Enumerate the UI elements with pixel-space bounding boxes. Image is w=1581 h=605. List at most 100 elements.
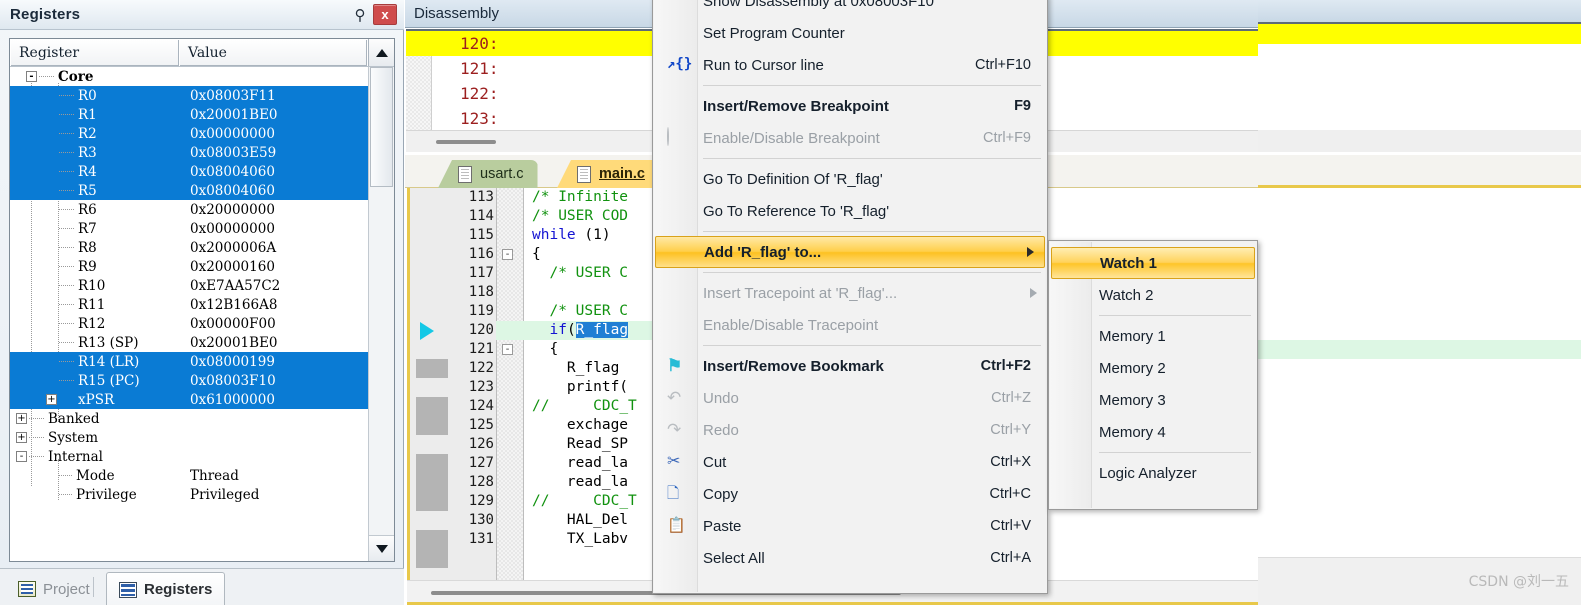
register-value[interactable]: 0x08003F11 (190, 88, 276, 104)
editor-breakpoint-column[interactable] (410, 188, 448, 580)
tab-main-c[interactable]: main.c (557, 160, 659, 188)
register-row-mode[interactable]: Mode Thread (10, 466, 368, 485)
column-header-value[interactable]: Value (180, 40, 367, 66)
register-row[interactable]: R6 0x20000000 (10, 200, 368, 219)
tab-usart-c[interactable]: usart.c (438, 160, 538, 188)
register-value[interactable]: 0x00000000 (190, 221, 275, 237)
line-number: 126 (468, 436, 494, 452)
menu-item-shortcut: Ctrl+Y (990, 422, 1031, 438)
submenu-item-label: Memory 1 (1099, 327, 1166, 345)
menu-item-insert-remove-breakpoint[interactable]: Insert/Remove Breakpoint F9 (653, 90, 1047, 122)
expander-internal[interactable]: - (16, 451, 27, 462)
register-row[interactable]: R12 0x00000F00 (10, 314, 368, 333)
fold-toggle[interactable]: - (502, 344, 513, 355)
register-value[interactable]: 0x12B166A8 (190, 297, 277, 313)
register-value[interactable]: 0x00000000 (190, 126, 275, 142)
menu-item-go-to-reference-to-r-flag[interactable]: Go To Reference To 'R_flag' (653, 195, 1047, 227)
register-name: xPSR (78, 391, 115, 408)
submenu-item-watch-1[interactable]: Watch 1 (1051, 247, 1255, 279)
register-row[interactable]: R7 0x00000000 (10, 219, 368, 238)
tab-project[interactable]: Project (6, 572, 102, 605)
submenu-item-memory-2[interactable]: Memory 2 (1049, 352, 1257, 384)
register-row[interactable]: R1 0x20001BE0 (10, 105, 368, 124)
register-row[interactable]: R11 0x12B166A8 (10, 295, 368, 314)
register-value[interactable]: 0x20001BE0 (190, 107, 278, 123)
scroll-down-button[interactable] (369, 535, 394, 561)
register-row[interactable]: R13 (SP) 0x20001BE0 (10, 333, 368, 352)
register-row[interactable]: R2 0x00000000 (10, 124, 368, 143)
tab-registers[interactable]: Registers (106, 572, 226, 605)
line-code: printf( (532, 379, 629, 395)
register-value[interactable]: 0x08003E59 (190, 145, 276, 161)
scrollbar-thumb[interactable] (370, 67, 393, 187)
menu-item-paste[interactable]: 📋 Paste Ctrl+V (653, 510, 1047, 542)
register-row[interactable]: R14 (LR) 0x08000199 (10, 352, 368, 371)
menu-item-set-program-counter[interactable]: Set Program Counter (653, 17, 1047, 49)
register-group-internal[interactable]: - Internal (10, 447, 368, 466)
expander-core[interactable]: - (26, 71, 37, 82)
register-value[interactable]: 0x20000000 (190, 202, 275, 218)
submenu-item-memory-1[interactable]: Memory 1 (1049, 320, 1257, 352)
register-row[interactable]: R10 0xE7AA57C2 (10, 276, 368, 295)
expander-system[interactable]: + (16, 432, 27, 443)
line-code: read_la (532, 455, 629, 471)
register-row[interactable]: R8 0x2000006A (10, 238, 368, 257)
menu-item-cut[interactable]: ✂ Cut Ctrl+X (653, 446, 1047, 478)
pin-icon[interactable]: ⚲ (349, 4, 371, 26)
register-group-system[interactable]: + System (10, 428, 368, 447)
fold-toggle[interactable]: - (502, 249, 513, 260)
menu-item-label: Enable/Disable Breakpoint (703, 129, 880, 147)
context-menu[interactable]: Show Disassembly at 0x08003F10 Set Progra… (652, 0, 1048, 594)
menu-item-label: Redo (703, 421, 739, 439)
scrollbar-thumb[interactable] (436, 140, 496, 144)
register-value[interactable]: 0x08004060 (190, 164, 275, 180)
close-icon[interactable]: x (373, 4, 397, 25)
menu-item-shortcut: Ctrl+A (990, 550, 1031, 566)
submenu-item-logic-analyzer[interactable]: Logic Analyzer (1049, 457, 1257, 489)
line-number: 118 (468, 284, 494, 300)
submenu-item-watch-2[interactable]: Watch 2 (1049, 279, 1257, 311)
menu-item-show-disassembly-at-0x08003f10[interactable]: Show Disassembly at 0x08003F10 (653, 0, 1047, 17)
register-value[interactable]: 0x08003F10 (190, 373, 276, 389)
expander-banked[interactable]: + (16, 413, 27, 424)
add-to-submenu[interactable]: Watch 1 Watch 2 Memory 1 Memory 2 Memory 3 Me… (1048, 240, 1258, 510)
editor-fold-column[interactable] (496, 188, 524, 580)
paste-icon: 📋 (667, 517, 686, 534)
menu-item-add-r-flag-to[interactable]: Add 'R_flag' to... (655, 236, 1045, 268)
register-row-privilege[interactable]: Privilege Privileged (10, 485, 368, 504)
panel-tabbar: Project Registers (0, 568, 404, 605)
register-value[interactable]: 0xE7AA57C2 (190, 278, 280, 294)
register-value[interactable]: 0x2000006A (190, 240, 276, 256)
register-row[interactable]: + xPSR 0x61000000 (10, 390, 368, 409)
register-value[interactable]: 0x08000199 (190, 354, 275, 370)
chevron-right-icon (1030, 288, 1037, 298)
register-row[interactable]: R3 0x08003E59 (10, 143, 368, 162)
menu-item-go-to-definition-of-r-flag[interactable]: Go To Definition Of 'R_flag' (653, 163, 1047, 195)
register-value[interactable]: 0x61000000 (190, 392, 275, 408)
column-header-register[interactable]: Register (11, 40, 179, 66)
submenu-item-memory-3[interactable]: Memory 3 (1049, 384, 1257, 416)
register-row[interactable]: R0 0x08003F11 (10, 86, 368, 105)
register-name: R14 (LR) (78, 353, 140, 370)
register-row[interactable]: R15 (PC) 0x08003F10 (10, 371, 368, 390)
register-value[interactable]: 0x20000160 (190, 259, 275, 275)
register-group-core[interactable]: - Core (10, 67, 368, 86)
register-value[interactable]: 0x20001BE0 (190, 335, 278, 351)
scroll-up-button[interactable] (368, 39, 394, 66)
register-row[interactable]: R4 0x08004060 (10, 162, 368, 181)
menu-item-copy[interactable]: 🗋 Copy Ctrl+C (653, 478, 1047, 510)
registers-vertical-scrollbar[interactable] (368, 67, 394, 561)
register-value[interactable]: 0x08004060 (190, 183, 275, 199)
register-row[interactable]: R5 0x08004060 (10, 181, 368, 200)
expander-xpsr[interactable]: + (46, 394, 57, 405)
menu-item-run-to-cursor-line[interactable]: ↗{} Run to Cursor line Ctrl+F10 (653, 49, 1047, 81)
register-group-banked[interactable]: + Banked (10, 409, 368, 428)
register-row[interactable]: R9 0x20000160 (10, 257, 368, 276)
menu-item-select-all[interactable]: Select All Ctrl+A (653, 542, 1047, 574)
registers-list[interactable]: Register Value - Core R0 0x08003F11 R1 0… (9, 38, 395, 562)
submenu-item-memory-4[interactable]: Memory 4 (1049, 416, 1257, 448)
menu-item-insert-remove-bookmark[interactable]: ⚑ Insert/Remove Bookmark Ctrl+F2 (653, 350, 1047, 382)
line-code: /* USER C (532, 303, 629, 319)
register-value[interactable]: 0x00000F00 (190, 316, 276, 332)
menu-item-label: Run to Cursor line (703, 56, 824, 74)
